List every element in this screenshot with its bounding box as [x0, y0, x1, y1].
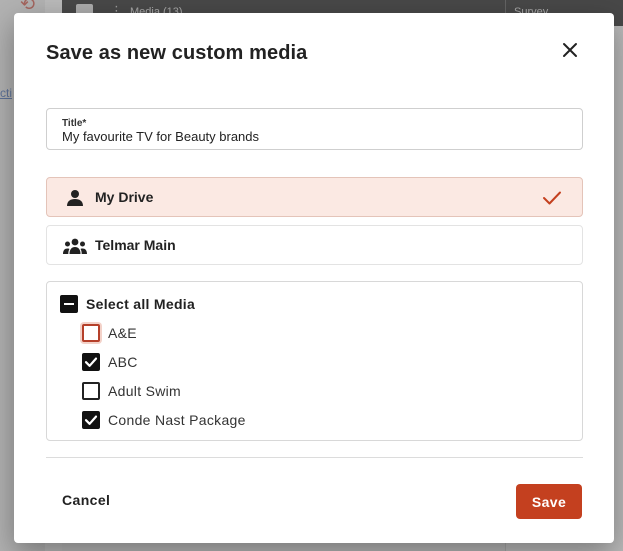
title-input[interactable]	[62, 128, 562, 144]
footer-divider	[46, 457, 583, 458]
checkbox[interactable]	[82, 411, 100, 429]
minus-icon	[64, 303, 74, 305]
checkmark-icon	[543, 191, 561, 205]
check-icon	[84, 415, 98, 425]
group-icon	[63, 235, 87, 257]
drive-option-telmar-main[interactable]: Telmar Main	[46, 225, 583, 265]
person-icon	[63, 187, 87, 209]
media-item-ae[interactable]: A&E	[82, 324, 137, 342]
check-icon	[84, 357, 98, 367]
dialog-title: Save as new custom media	[46, 42, 308, 64]
media-item-abc[interactable]: ABC	[82, 353, 138, 371]
drive-option-label: My Drive	[95, 189, 154, 205]
drive-option-label: Telmar Main	[95, 237, 176, 253]
drive-option-my-drive[interactable]: My Drive	[46, 177, 583, 217]
media-item-label: Conde Nast Package	[108, 412, 246, 428]
checkbox[interactable]	[82, 324, 100, 342]
checkbox[interactable]	[82, 353, 100, 371]
media-item-label: ABC	[108, 354, 138, 370]
select-all-label: Select all Media	[86, 296, 196, 312]
close-icon	[563, 43, 577, 57]
media-item-adult-swim[interactable]: Adult Swim	[82, 382, 181, 400]
checkbox[interactable]	[82, 382, 100, 400]
select-all-media[interactable]: Select all Media	[60, 295, 195, 313]
media-selection-list: Select all Media A&E ABC Adult Swim Cond…	[46, 281, 583, 441]
media-item-label: A&E	[108, 325, 137, 341]
title-field[interactable]: Title*	[46, 108, 583, 150]
close-button[interactable]	[558, 38, 582, 62]
indeterminate-checkbox[interactable]	[60, 295, 78, 313]
media-item-label: Adult Swim	[108, 383, 182, 399]
cancel-button[interactable]: Cancel	[54, 487, 118, 513]
media-item-conde-nast-package[interactable]: Conde Nast Package	[82, 411, 246, 429]
save-button[interactable]: Save	[516, 484, 582, 519]
save-custom-media-dialog: Save as new custom media Title* My Drive	[14, 13, 614, 543]
